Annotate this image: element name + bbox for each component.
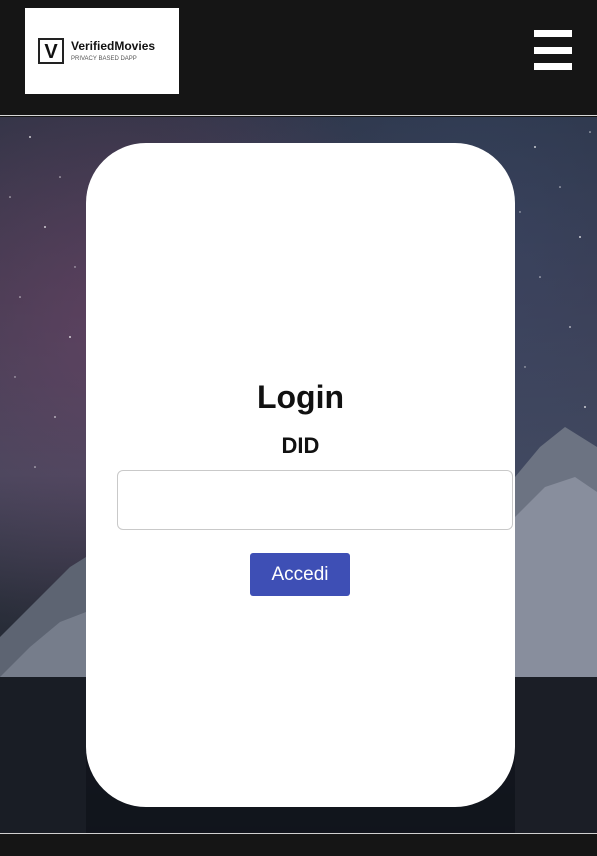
did-label: DID	[281, 433, 320, 458]
login-card: Login DID Accedi	[86, 143, 515, 807]
site-logo[interactable]: V VerifiedMovies PRIVACY BASED DAPP	[25, 8, 179, 94]
header: V VerifiedMovies PRIVACY BASED DAPP	[0, 0, 597, 116]
hamburger-menu-icon[interactable]	[534, 30, 574, 70]
footer-bar	[0, 833, 597, 856]
did-input[interactable]	[117, 470, 513, 530]
login-title: Login	[256, 379, 345, 415]
accedi-button[interactable]: Accedi	[250, 553, 350, 596]
page: V VerifiedMovies PRIVACY BASED DAPP Logi…	[0, 0, 597, 856]
logo-tagline: PRIVACY BASED DAPP	[71, 56, 137, 62]
menu-bar	[534, 46, 572, 54]
menu-bar	[534, 63, 572, 70]
logo-graphic: V VerifiedMovies PRIVACY BASED DAPP	[38, 38, 155, 64]
logo-mark: V	[44, 41, 58, 63]
logo-brand: VerifiedMovies	[71, 39, 155, 53]
menu-bar	[534, 30, 572, 37]
